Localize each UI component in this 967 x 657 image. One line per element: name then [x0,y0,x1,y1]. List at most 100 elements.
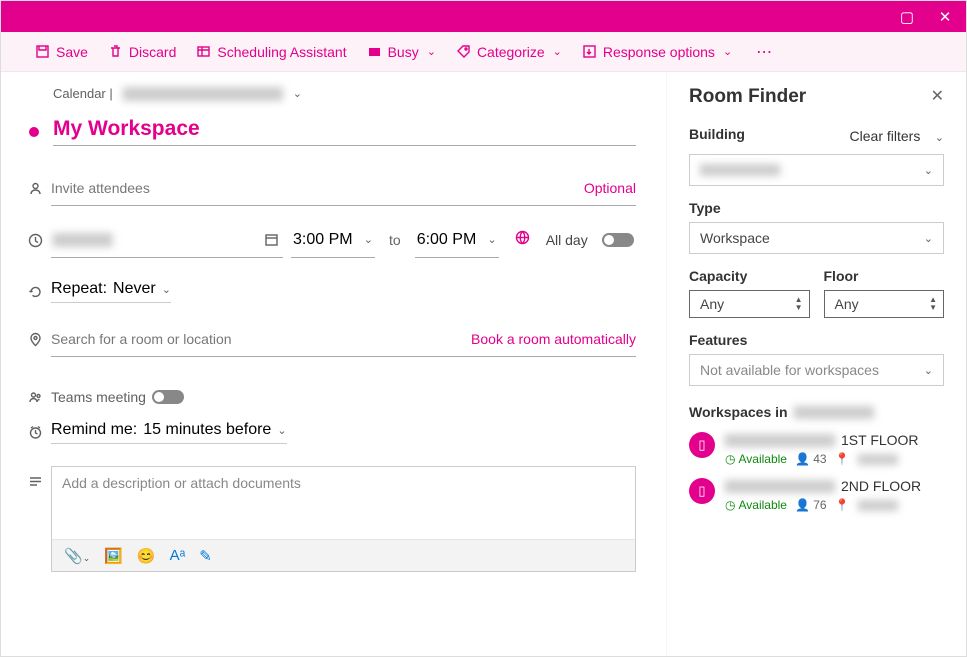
timezone-icon[interactable] [515,230,530,250]
save-icon [35,44,50,59]
breadcrumb-prefix: Calendar | [53,86,113,101]
scheduling-assistant-button[interactable]: Scheduling Assistant [190,40,352,64]
remind-value: 15 minutes before [143,421,271,439]
tag-icon [456,44,471,59]
category-color-dot [29,127,39,137]
location-icon [19,332,51,347]
categorize-dropdown[interactable]: Categorize ⌄ [450,40,568,64]
chevron-down-icon: ⌄ [162,283,171,296]
response-icon [582,44,597,59]
repeat-label: Repeat: [51,280,107,298]
type-value: Workspace [700,230,770,246]
room-finder-pane: Room Finder ✕ Building Clear filters ⌄ ⌄… [666,72,966,656]
format-icon[interactable]: Aᵃ [170,547,186,564]
workspace-floor: 2ND FLOOR [841,478,921,494]
floor-value: Any [835,296,859,312]
clock-icon [19,233,51,248]
save-button[interactable]: Save [29,40,94,64]
chevron-down-icon: ⌄ [487,233,496,246]
capacity-badge: 👤 76 [795,498,827,512]
auto-book-link[interactable]: Book a room automatically [471,331,636,347]
event-title-field[interactable]: My Workspace [53,117,200,140]
features-value: Not available for workspaces [700,362,879,378]
capacity-stepper[interactable]: Any ▲▼ [689,290,810,318]
attendees-input[interactable]: Invite attendees [51,180,150,196]
trash-icon [108,44,123,59]
response-options-dropdown[interactable]: Response options ⌄ [576,40,738,64]
capacity-label: Capacity [689,268,810,284]
close-window-icon[interactable]: ✕ [930,8,960,26]
availability-badge: ◷ Available [725,498,787,512]
to-label: to [389,232,401,248]
chevron-down-icon: ⌄ [723,45,732,58]
allday-label: All day [546,232,588,248]
teams-toggle[interactable] [152,390,184,404]
calendar-name-redacted [123,87,283,101]
type-dropdown[interactable]: Workspace ⌄ [689,222,944,254]
ink-icon[interactable]: ✎ [199,547,212,565]
calendar-picker[interactable]: Calendar | ⌄ [19,86,636,101]
scheduling-label: Scheduling Assistant [217,44,346,60]
floor-stepper[interactable]: Any ▲▼ [824,290,945,318]
busy-label: Busy [388,44,419,60]
busy-icon [367,44,382,59]
end-time-field[interactable]: 6:00 PM ⌄ [415,222,499,258]
image-icon[interactable]: 🖼️ [104,547,123,565]
repeat-icon [19,284,51,299]
availability-badge: ◷ Available [725,452,787,466]
capacity-badge: 👤 43 [795,452,827,466]
floor-label: Floor [824,268,945,284]
discard-button[interactable]: Discard [102,40,182,64]
busy-dropdown[interactable]: Busy ⌄ [361,40,442,64]
start-time-field[interactable]: 3:00 PM ⌄ [291,222,375,258]
rich-text-toolbar: 📎⌄ 🖼️ 😊 Aᵃ ✎ [52,539,635,571]
more-actions-button[interactable]: ⋯ [746,42,782,62]
chevron-down-icon: ⌄ [924,364,933,377]
chevron-down-icon: ⌄ [935,132,944,144]
workspace-icon: ▯ [689,432,715,458]
chevron-down-icon: ⌄ [293,87,302,100]
reminder-icon [19,425,51,440]
workspace-list-item[interactable]: ▯ 1ST FLOOR ◷ Available 👤 43 📍 [689,432,944,466]
save-label: Save [56,44,88,60]
popout-icon[interactable]: ▢ [892,8,922,26]
window-titlebar: ▢ ✕ [1,1,966,32]
remind-label: Remind me: [51,421,137,439]
calendar-grid-icon [196,44,211,59]
teams-label: Teams meeting [51,389,146,405]
description-textarea[interactable]: Add a description or attach documents [52,467,635,539]
repeat-dropdown[interactable]: Repeat: Never ⌄ [51,280,171,303]
attach-icon[interactable]: 📎⌄ [64,547,90,565]
close-pane-button[interactable]: ✕ [931,86,944,106]
features-dropdown[interactable]: Not available for workspaces ⌄ [689,354,944,386]
optional-attendees-link[interactable]: Optional [584,180,636,196]
end-time-value: 6:00 PM [417,231,477,249]
response-label: Response options [603,44,715,60]
pane-title: Room Finder [689,86,944,108]
discard-label: Discard [129,44,176,60]
allday-toggle[interactable] [602,233,634,247]
location-input[interactable]: Search for a room or location [51,331,232,347]
features-label: Features [689,332,944,348]
type-label: Type [689,200,944,216]
calendar-icon [264,232,279,247]
workspace-icon: ▯ [689,478,715,504]
start-date-field[interactable] [51,222,283,258]
chevron-down-icon: ⌄ [427,45,436,58]
chevron-down-icon: ⌄ [924,232,933,245]
people-icon [19,181,51,196]
workspace-list-header: Workspaces in [689,404,944,420]
description-icon [19,466,51,489]
emoji-icon[interactable]: 😊 [137,547,156,565]
categorize-label: Categorize [477,44,545,60]
teams-icon [19,390,51,405]
chevron-down-icon: ⌄ [277,424,286,437]
workspace-list-item[interactable]: ▯ 2ND FLOOR ◷ Available 👤 76 📍 [689,478,944,512]
chevron-down-icon: ⌄ [364,233,373,246]
reminder-dropdown[interactable]: Remind me: 15 minutes before ⌄ [51,421,287,444]
chevron-down-icon: ⌄ [924,164,933,177]
building-dropdown[interactable]: ⌄ [689,154,944,186]
clear-filters-link[interactable]: Clear filters [850,128,921,144]
command-toolbar: Save Discard Scheduling Assistant Busy ⌄… [1,32,966,72]
building-label: Building [689,126,745,142]
